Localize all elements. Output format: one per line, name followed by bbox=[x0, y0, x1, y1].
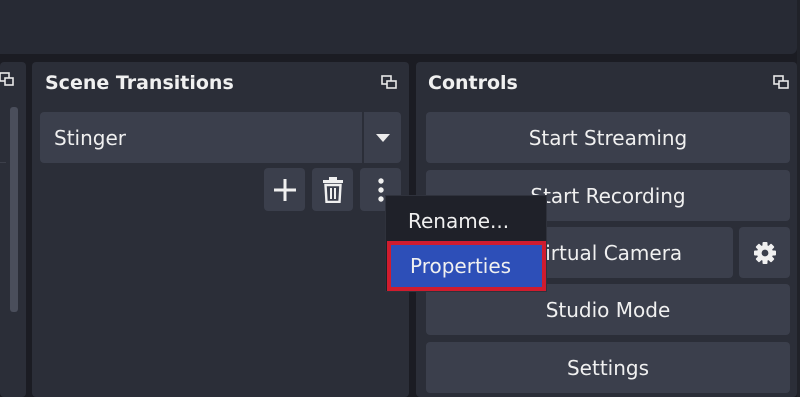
menu-item-rename[interactable]: Rename... bbox=[386, 198, 546, 243]
trash-icon bbox=[322, 176, 343, 203]
start-streaming-button[interactable]: Start Streaming bbox=[426, 112, 790, 163]
context-menu: Rename... Properties bbox=[385, 195, 547, 292]
undock-icon[interactable] bbox=[773, 75, 789, 89]
controls-title: Controls bbox=[428, 72, 518, 94]
settings-button[interactable]: Settings bbox=[426, 342, 790, 393]
gear-icon bbox=[753, 241, 776, 264]
highlight-box: Properties bbox=[387, 241, 546, 291]
chevron-down-icon[interactable] bbox=[375, 133, 391, 143]
scrollbar[interactable] bbox=[10, 107, 18, 312]
transition-dropdown[interactable]: Stinger bbox=[40, 112, 401, 163]
dropdown-separator bbox=[362, 112, 364, 163]
undock-icon[interactable] bbox=[381, 75, 397, 89]
undock-icon[interactable] bbox=[0, 72, 14, 86]
scene-transitions-dock: Scene Transitions Stinger bbox=[32, 62, 409, 397]
more-vertical-icon bbox=[377, 177, 384, 202]
plus-icon bbox=[273, 178, 296, 201]
top-panel bbox=[0, 0, 797, 54]
scene-transitions-title: Scene Transitions bbox=[45, 72, 234, 94]
left-dock-partial bbox=[0, 62, 26, 397]
virtual-camera-settings-button[interactable] bbox=[739, 227, 790, 278]
divider bbox=[0, 162, 6, 163]
menu-item-properties[interactable]: Properties bbox=[391, 245, 542, 287]
transition-value: Stinger bbox=[54, 126, 126, 150]
add-transition-button[interactable] bbox=[264, 168, 305, 211]
remove-transition-button[interactable] bbox=[312, 168, 353, 211]
